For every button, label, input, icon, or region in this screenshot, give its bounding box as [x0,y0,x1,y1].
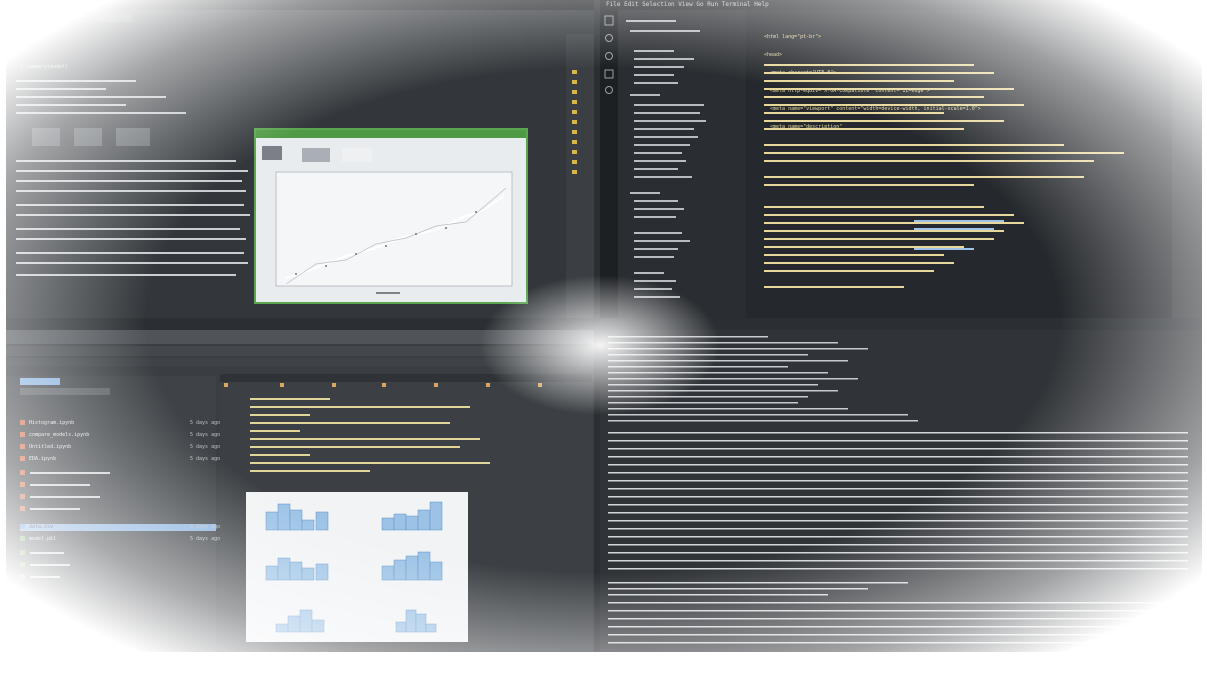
editor-menubar: File Edit Selection View Go Run Terminal… [600,0,1202,10]
code-editor-window: File Edit Selection View Go Run Terminal… [600,0,1202,318]
file-row[interactable]: Histogram.ipynb 5 days ago [20,420,220,427]
menu-terminal[interactable]: Terminal [722,1,751,8]
activity-bar [600,10,618,318]
console-heading: > summary(model) [20,64,69,70]
r-ide-titlebar [6,0,594,10]
menu-go[interactable]: Go [696,1,703,8]
notebook-icon [20,444,25,449]
file-row[interactable]: EDA.ipynb 5 days ago [20,456,220,463]
notebook-code-cells[interactable] [220,388,592,484]
minimap[interactable] [1172,20,1202,318]
r-ide-window: > summary(model) [6,0,594,318]
menu-view[interactable]: View [678,1,692,8]
plot-window-titlebar [256,130,526,138]
explorer-sidebar [618,10,746,318]
file-list-more [20,470,110,579]
explorer-tree [626,20,706,298]
extensions-icon [604,69,614,79]
terminal-window[interactable] [600,330,1202,652]
source-control-icon [605,52,613,60]
menu-selection[interactable]: Selection [642,1,675,8]
browser-address-bar[interactable] [6,330,594,344]
environment-pane [566,34,594,318]
code-body [764,64,1124,288]
plot-window[interactable] [254,128,528,304]
file-icons-column [572,70,577,174]
notebook-icon [20,420,25,425]
file-browser: Histogram.ipynb 5 days ago compare_models… [6,376,220,642]
r-tab-3[interactable] [94,14,133,22]
menu-file[interactable]: File [606,1,620,8]
menu-edit[interactable]: Edit [624,1,638,8]
code-line-1: <html lang="pt-br"> [764,34,822,40]
code-line-2: <head> [764,52,783,58]
histogram-grid [246,492,468,642]
jupyter-menu [6,358,594,366]
r-tab-1[interactable] [14,14,53,22]
file-row[interactable]: Untitled.ipynb 5 days ago [20,444,220,451]
activity-icons [604,15,614,94]
line-number-gutter [746,20,760,318]
menu-run[interactable]: Run [707,1,718,8]
notebook-icon [20,432,25,437]
terminal-output [608,336,1188,644]
bookmarks-bar [6,346,594,356]
file-filter-input[interactable] [20,388,110,395]
notebook-icon [20,456,25,461]
explorer-icon [604,15,614,26]
r-tab-2[interactable] [54,14,93,22]
file-row[interactable]: compare_models.ipynb 5 days ago [20,432,220,439]
search-icon [605,34,613,42]
jupyter-window: Histogram.ipynb 5 days ago compare_models… [6,330,594,652]
desktop: > summary(model) File Edit Selection Vie… [6,0,1202,652]
menu-help[interactable]: Help [754,1,768,8]
settings-icon [605,86,613,94]
r-ide-tabs [14,14,133,22]
plot-canvas [262,146,513,294]
notebook-tabs [220,374,592,387]
new-launcher-button[interactable] [20,378,60,385]
